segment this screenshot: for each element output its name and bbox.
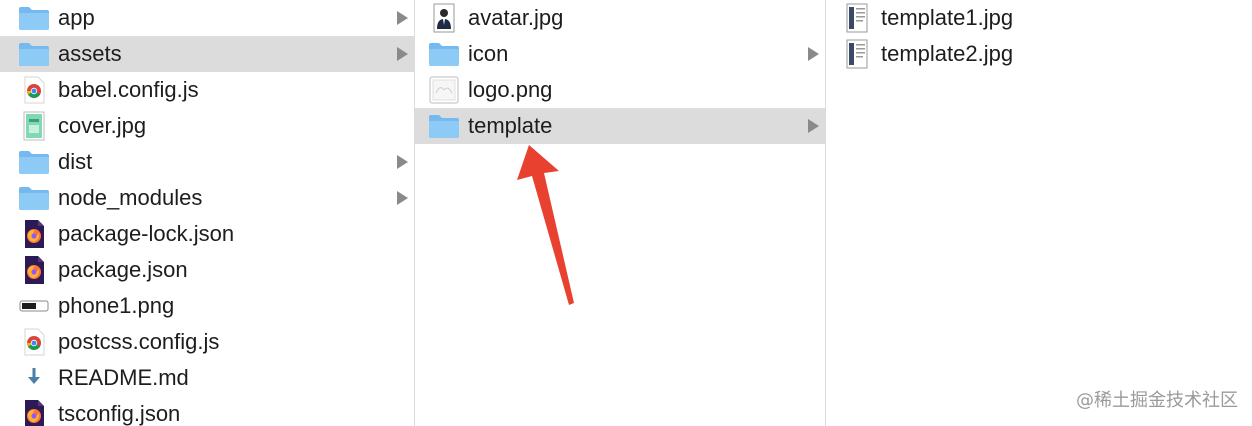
item-label: phone1.png: [58, 293, 175, 318]
item-label: template2.jpg: [881, 41, 1014, 66]
list-item[interactable]: tsconfig.json: [0, 396, 414, 426]
list-item[interactable]: icon: [415, 36, 825, 72]
document-thumbnail-icon: [841, 39, 873, 69]
column-browser: app assets babel.config.js cover.jpg dist nod…: [0, 0, 1252, 426]
item-label: babel.config.js: [58, 77, 199, 102]
document-thumbnail-icon: [841, 3, 873, 33]
chevron-right-icon[interactable]: [397, 191, 408, 205]
image-file-icon: [428, 76, 460, 104]
list-item[interactable]: package-lock.json: [0, 216, 414, 252]
item-label: avatar.jpg: [468, 5, 564, 30]
folder-icon: [428, 40, 460, 68]
folder-icon: [18, 40, 50, 68]
item-label: assets: [58, 41, 122, 66]
folder-icon: [18, 184, 50, 212]
item-label: postcss.config.js: [58, 329, 220, 354]
item-label: template1.jpg: [881, 5, 1014, 30]
list-item[interactable]: babel.config.js: [0, 72, 414, 108]
item-label: icon: [468, 41, 509, 66]
firefox-json-file-icon: [18, 220, 50, 248]
phone-thumbnail-icon: [18, 292, 50, 320]
list-item[interactable]: README.md: [0, 360, 414, 396]
chevron-right-icon[interactable]: [397, 47, 408, 61]
list-item[interactable]: template: [415, 108, 825, 144]
list-item[interactable]: template2.jpg: [826, 36, 1252, 72]
column-assets[interactable]: avatar.jpg icon logo.png template: [415, 0, 826, 426]
item-label: template: [468, 113, 553, 138]
chrome-js-file-icon: [18, 76, 50, 104]
chevron-right-icon[interactable]: [808, 119, 819, 133]
folder-icon: [18, 4, 50, 32]
list-item[interactable]: app: [0, 0, 414, 36]
portrait-thumbnail-icon: [428, 3, 460, 33]
markdown-file-icon: [18, 364, 50, 392]
watermark-text: @稀土掘金技术社区: [1076, 390, 1238, 411]
list-item[interactable]: logo.png: [415, 72, 825, 108]
list-item[interactable]: postcss.config.js: [0, 324, 414, 360]
item-label: logo.png: [468, 77, 553, 102]
item-label: app: [58, 5, 95, 30]
chevron-right-icon[interactable]: [808, 47, 819, 61]
item-label: README.md: [58, 365, 189, 390]
firefox-json-file-icon: [18, 256, 50, 284]
item-label: dist: [58, 149, 93, 174]
firefox-json-file-icon: [18, 400, 50, 426]
folder-icon: [428, 112, 460, 140]
image-thumbnail-icon: [18, 111, 50, 141]
list-item[interactable]: cover.jpg: [0, 108, 414, 144]
list-item[interactable]: assets: [0, 36, 414, 72]
column-root[interactable]: app assets babel.config.js cover.jpg dist nod…: [0, 0, 415, 426]
chevron-right-icon[interactable]: [397, 11, 408, 25]
item-label: cover.jpg: [58, 113, 147, 138]
item-label: package-lock.json: [58, 221, 235, 246]
list-item[interactable]: node_modules: [0, 180, 414, 216]
item-label: node_modules: [58, 185, 203, 210]
list-item[interactable]: template1.jpg: [826, 0, 1252, 36]
list-item[interactable]: package.json: [0, 252, 414, 288]
chrome-js-file-icon: [18, 328, 50, 356]
item-label: package.json: [58, 257, 188, 282]
column-template[interactable]: template1.jpg template2.jpg: [826, 0, 1252, 426]
list-item[interactable]: dist: [0, 144, 414, 180]
chevron-right-icon[interactable]: [397, 155, 408, 169]
item-label: tsconfig.json: [58, 401, 181, 426]
list-item[interactable]: avatar.jpg: [415, 0, 825, 36]
list-item[interactable]: phone1.png: [0, 288, 414, 324]
folder-icon: [18, 148, 50, 176]
